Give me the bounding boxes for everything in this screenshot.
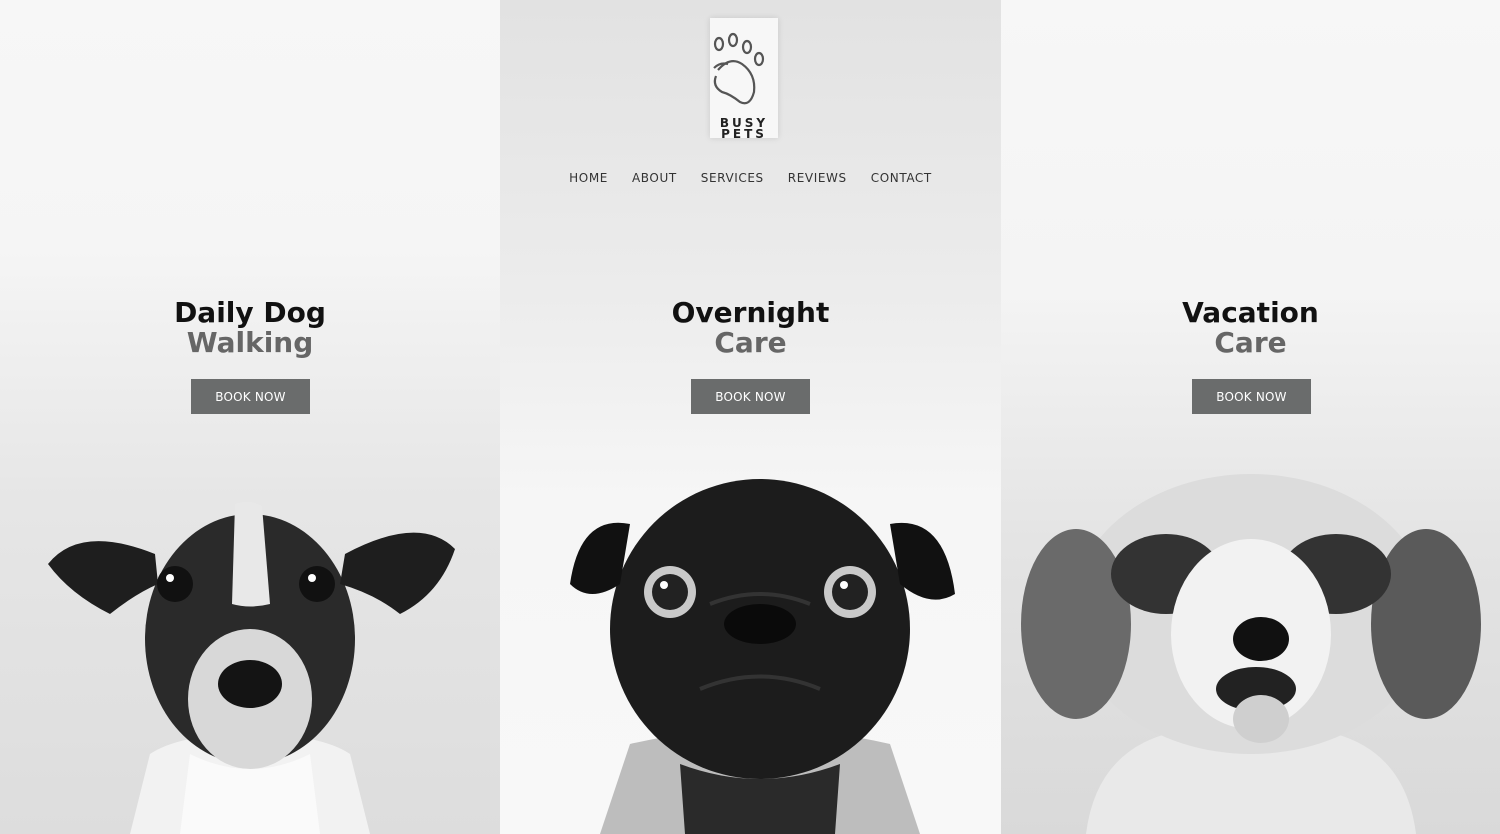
service-heading-line1: Daily Dog xyxy=(174,296,326,329)
nav-item-home[interactable]: HOME xyxy=(569,171,608,185)
service-heading-line1: Overnight xyxy=(671,296,830,329)
service-panel-daily-dog-walking: Daily Dog Walking BOOK NOW xyxy=(0,0,500,834)
book-now-button[interactable]: BOOK NOW xyxy=(691,379,810,414)
service-heading-line2: Walking xyxy=(186,326,314,359)
shih-tzu-dog-photo xyxy=(1021,474,1481,834)
page: Daily Dog Walking BOOK NOW BUSY PETS HOM… xyxy=(0,0,1500,834)
paw-print-icon xyxy=(713,32,765,105)
nav-item-about[interactable]: ABOUT xyxy=(632,171,677,185)
service-panel-vacation-care: Vacation Care BOOK NOW xyxy=(1001,0,1500,834)
book-now-button[interactable]: BOOK NOW xyxy=(191,379,310,414)
nav-item-services[interactable]: SERVICES xyxy=(701,171,764,185)
service-heading-line2: Care xyxy=(714,326,787,359)
brand-logo[interactable]: BUSY PETS xyxy=(710,18,778,141)
jack-russell-dog-photo xyxy=(48,501,455,834)
service-heading-line1: Vacation xyxy=(1182,296,1319,329)
service-heading: Overnight Care xyxy=(500,298,1001,358)
book-now-button[interactable]: BOOK NOW xyxy=(1192,379,1311,414)
service-heading-line2: Care xyxy=(1214,326,1287,359)
nav-item-contact[interactable]: CONTACT xyxy=(871,171,932,185)
nav-item-reviews[interactable]: REVIEWS xyxy=(788,171,847,185)
service-heading: Vacation Care xyxy=(1001,298,1500,358)
service-heading: Daily Dog Walking xyxy=(0,298,500,358)
service-panel-overnight-care: BUSY PETS HOME ABOUT SERVICES REVIEWS CO… xyxy=(500,0,1001,834)
pug-dog-photo xyxy=(570,479,955,834)
brand-name-line2: PETS xyxy=(721,127,767,141)
main-nav: HOME ABOUT SERVICES REVIEWS CONTACT xyxy=(500,171,1001,185)
